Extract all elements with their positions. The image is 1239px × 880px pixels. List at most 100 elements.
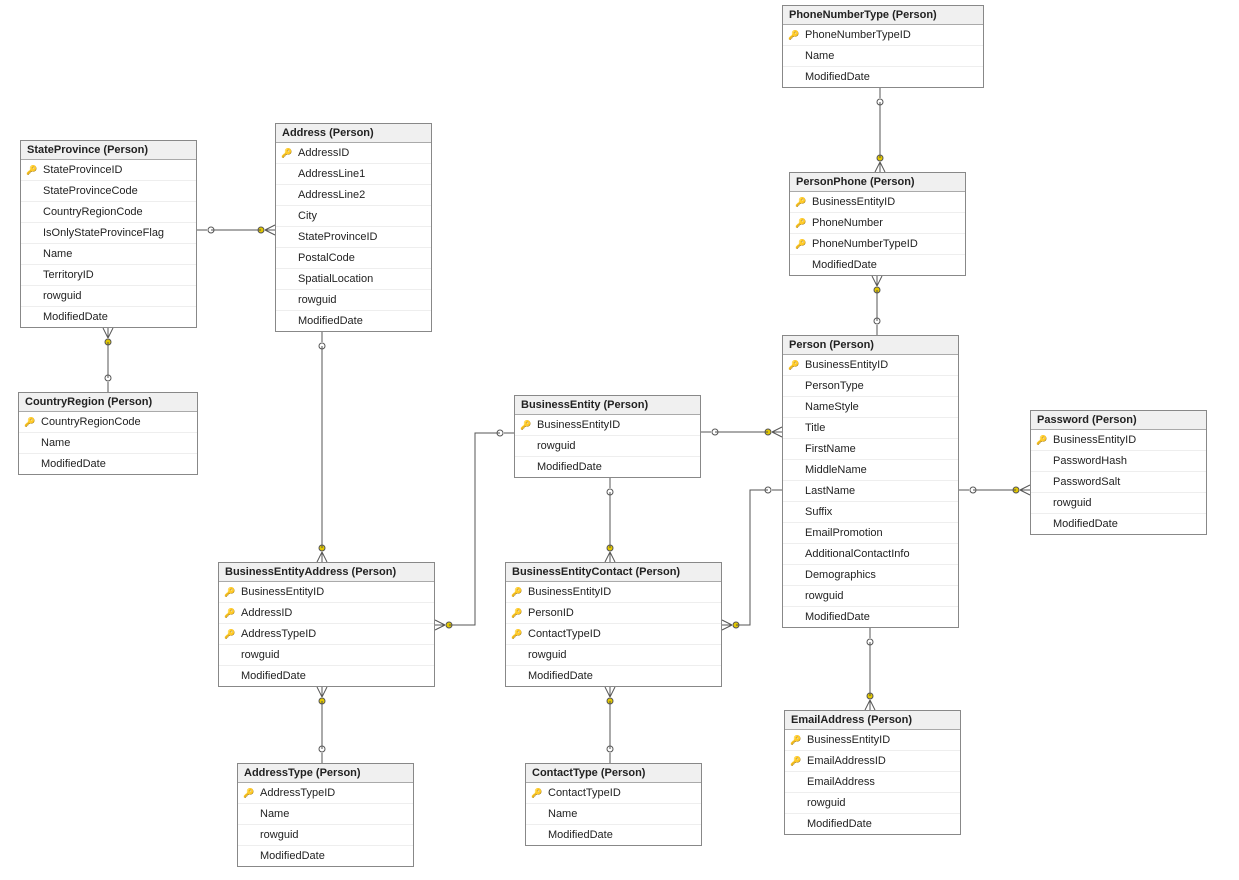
- column-row[interactable]: rowguid: [506, 645, 721, 666]
- column-row[interactable]: rowguid: [1031, 493, 1206, 514]
- column-row[interactable]: MiddleName: [783, 460, 958, 481]
- column-row[interactable]: AdditionalContactInfo: [783, 544, 958, 565]
- column-row[interactable]: ModifiedDate: [238, 846, 413, 866]
- key-spacer: [1035, 455, 1049, 467]
- column-name: FirstName: [805, 443, 856, 455]
- column-row[interactable]: PostalCode: [276, 248, 431, 269]
- column-row[interactable]: CountryRegionCode: [19, 412, 197, 433]
- column-row[interactable]: rowguid: [785, 793, 960, 814]
- column-row[interactable]: ModifiedDate: [219, 666, 434, 686]
- column-row[interactable]: ModifiedDate: [515, 457, 700, 477]
- key-spacer: [242, 850, 256, 862]
- entity-addresstype[interactable]: AddressType (Person)AddressTypeIDNamerow…: [237, 763, 414, 867]
- column-row[interactable]: ModifiedDate: [526, 825, 701, 845]
- column-row[interactable]: AddressTypeID: [219, 624, 434, 645]
- column-row[interactable]: Demographics: [783, 565, 958, 586]
- column-name: rowguid: [807, 797, 846, 809]
- column-row[interactable]: ModifiedDate: [21, 307, 196, 327]
- column-row[interactable]: rowguid: [21, 286, 196, 307]
- entity-phonenumbertype[interactable]: PhoneNumberType (Person)PhoneNumberTypeI…: [782, 5, 984, 88]
- primary-key-icon: [519, 419, 533, 431]
- column-row[interactable]: EmailAddress: [785, 772, 960, 793]
- column-row[interactable]: BusinessEntityID: [790, 192, 965, 213]
- column-row[interactable]: rowguid: [783, 586, 958, 607]
- column-row[interactable]: EmailPromotion: [783, 523, 958, 544]
- column-row[interactable]: IsOnlyStateProvinceFlag: [21, 223, 196, 244]
- column-row[interactable]: PersonID: [506, 603, 721, 624]
- column-row[interactable]: ModifiedDate: [785, 814, 960, 834]
- column-row[interactable]: PhoneNumberTypeID: [783, 25, 983, 46]
- column-row[interactable]: ModifiedDate: [506, 666, 721, 686]
- column-row[interactable]: AddressLine2: [276, 185, 431, 206]
- column-row[interactable]: BusinessEntityID: [785, 730, 960, 751]
- entity-contacttype[interactable]: ContactType (Person)ContactTypeIDNameMod…: [525, 763, 702, 846]
- column-row[interactable]: ContactTypeID: [526, 783, 701, 804]
- column-name: PhoneNumber: [812, 217, 883, 229]
- column-row[interactable]: AddressLine1: [276, 164, 431, 185]
- column-row[interactable]: ModifiedDate: [783, 607, 958, 627]
- entity-businessentity[interactable]: BusinessEntity (Person)BusinessEntityIDr…: [514, 395, 701, 478]
- entity-password[interactable]: Password (Person)BusinessEntityIDPasswor…: [1030, 410, 1207, 535]
- key-spacer: [787, 71, 801, 83]
- column-row[interactable]: PhoneNumberTypeID: [790, 234, 965, 255]
- column-row[interactable]: Name: [526, 804, 701, 825]
- column-row[interactable]: Name: [19, 433, 197, 454]
- column-row[interactable]: rowguid: [276, 290, 431, 311]
- column-row[interactable]: ModifiedDate: [276, 311, 431, 331]
- column-row[interactable]: TerritoryID: [21, 265, 196, 286]
- column-name: ModifiedDate: [528, 670, 593, 682]
- column-row[interactable]: PasswordSalt: [1031, 472, 1206, 493]
- column-row[interactable]: rowguid: [238, 825, 413, 846]
- column-row[interactable]: ModifiedDate: [783, 67, 983, 87]
- column-row[interactable]: BusinessEntityID: [783, 355, 958, 376]
- entity-person[interactable]: Person (Person) BusinessEntityID PersonTyp…: [782, 335, 959, 628]
- column-row[interactable]: PasswordHash: [1031, 451, 1206, 472]
- column-row[interactable]: BusinessEntityID: [506, 582, 721, 603]
- column-name: Suffix: [805, 506, 832, 518]
- column-row[interactable]: CountryRegionCode: [21, 202, 196, 223]
- primary-key-icon: [787, 29, 801, 41]
- entity-emailaddress[interactable]: EmailAddress (Person)BusinessEntityIDEma…: [784, 710, 961, 835]
- column-row[interactable]: Name: [238, 804, 413, 825]
- column-row[interactable]: ModifiedDate: [19, 454, 197, 474]
- entity-address[interactable]: Address (Person)AddressIDAddressLine1Add…: [275, 123, 432, 332]
- column-row[interactable]: BusinessEntityID: [219, 582, 434, 603]
- column-row[interactable]: PhoneNumber: [790, 213, 965, 234]
- entity-businessentityaddress[interactable]: BusinessEntityAddress (Person)BusinessEn…: [218, 562, 435, 687]
- entity-stateprovince[interactable]: StateProvince (Person)StateProvinceIDSta…: [20, 140, 197, 328]
- entity-title: Person (Person): [783, 336, 958, 355]
- column-row[interactable]: BusinessEntityID: [515, 415, 700, 436]
- column-row[interactable]: StateProvinceCode: [21, 181, 196, 202]
- column-row[interactable]: ContactTypeID: [506, 624, 721, 645]
- entity-title: PersonPhone (Person): [790, 173, 965, 192]
- column-row[interactable]: BusinessEntityID: [1031, 430, 1206, 451]
- column-row[interactable]: StateProvinceID: [276, 227, 431, 248]
- entity-businessentitycontact[interactable]: BusinessEntityContact (Person)BusinessEn…: [505, 562, 722, 687]
- column-row[interactable]: StateProvinceID: [21, 160, 196, 181]
- entity-countryregion[interactable]: CountryRegion (Person)CountryRegionCodeN…: [18, 392, 198, 475]
- column-row[interactable]: ModifiedDate: [790, 255, 965, 275]
- column-row[interactable]: NameStyle: [783, 397, 958, 418]
- column-row[interactable]: Name: [783, 46, 983, 67]
- column-row[interactable]: Suffix: [783, 502, 958, 523]
- column-row[interactable]: ModifiedDate: [1031, 514, 1206, 534]
- column-name: ModifiedDate: [548, 829, 613, 841]
- column-row[interactable]: Name: [21, 244, 196, 265]
- column-row[interactable]: Title: [783, 418, 958, 439]
- column-row[interactable]: City: [276, 206, 431, 227]
- column-row[interactable]: AddressID: [276, 143, 431, 164]
- column-row[interactable]: FirstName: [783, 439, 958, 460]
- column-row[interactable]: LastName: [783, 481, 958, 502]
- entity-personphone[interactable]: PersonPhone (Person)BusinessEntityID Phon…: [789, 172, 966, 276]
- key-spacer: [530, 829, 544, 841]
- column-row[interactable]: SpatialLocation: [276, 269, 431, 290]
- column-name: BusinessEntityID: [805, 359, 888, 371]
- column-row[interactable]: AddressID: [219, 603, 434, 624]
- column-row[interactable]: rowguid: [515, 436, 700, 457]
- column-row[interactable]: AddressTypeID: [238, 783, 413, 804]
- column-row[interactable]: rowguid: [219, 645, 434, 666]
- column-row[interactable]: EmailAddressID: [785, 751, 960, 772]
- column-row[interactable]: PersonType: [783, 376, 958, 397]
- key-spacer: [25, 185, 39, 197]
- key-spacer: [787, 401, 801, 413]
